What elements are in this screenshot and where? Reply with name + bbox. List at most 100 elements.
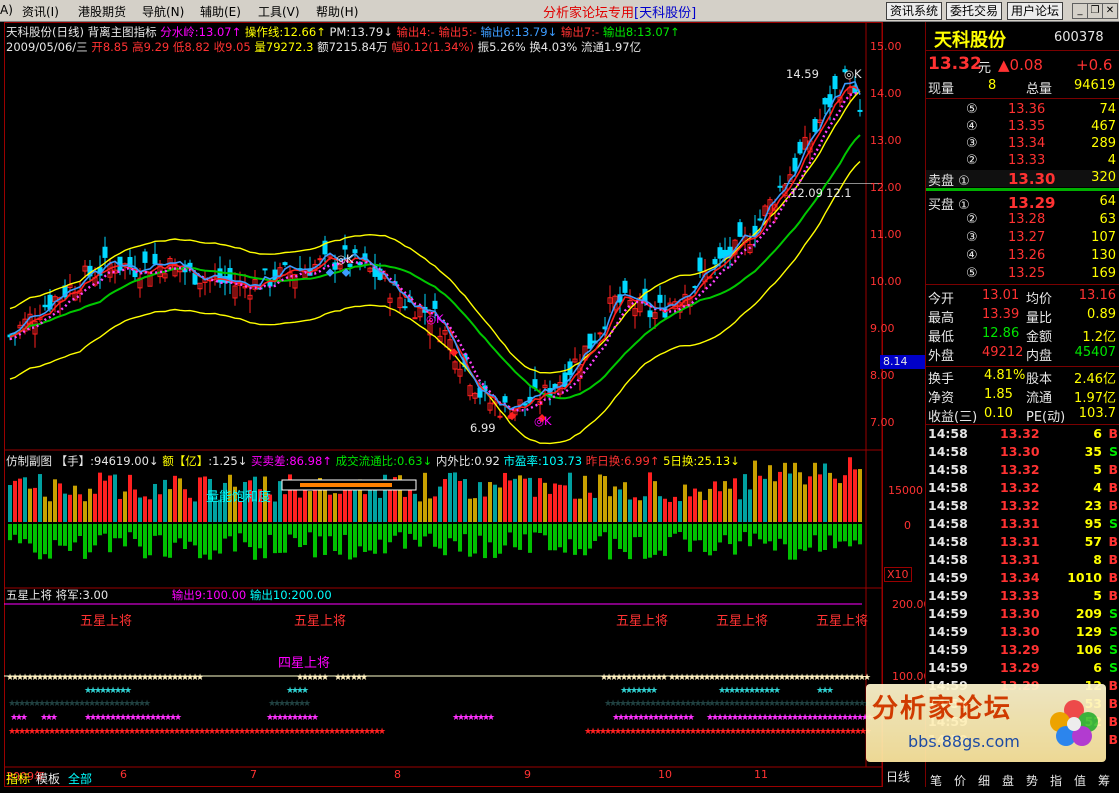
tab-indicator[interactable]: 指标 [6, 770, 30, 787]
menu-item-a[interactable]: A) [0, 3, 13, 17]
candle-body [282, 262, 288, 266]
negative-bar [313, 524, 317, 558]
volume-bar [123, 491, 127, 522]
tick-price: 13.32 [1000, 498, 1040, 513]
panel-tab[interactable]: 指 [1050, 772, 1062, 789]
volume-bar [303, 485, 307, 522]
volume-bar [748, 489, 752, 522]
forum-button[interactable]: 用户论坛 [1007, 2, 1064, 20]
volume-bar [443, 479, 447, 522]
tick-direction: S [1108, 606, 1118, 621]
volume-bar [703, 500, 707, 522]
tick-volume: 95 [1084, 516, 1102, 531]
negative-bar [568, 524, 572, 540]
stock-name: 天科股份 [934, 30, 1006, 51]
menu-item-tools[interactable]: 工具(V) [258, 3, 300, 20]
ask-price: 13.35 [1008, 119, 1046, 134]
candle-body [657, 294, 663, 303]
volume-bar [63, 493, 67, 522]
fund-row: 净资 1.85 流通 1.97亿 [926, 387, 1119, 406]
menu-item-assist[interactable]: 辅助(E) [200, 3, 241, 20]
sub1-e-value: :1.25↓ [208, 454, 248, 468]
day-period-label[interactable]: 日线 [886, 768, 910, 785]
menu-item-news[interactable]: 资讯(I) [22, 3, 59, 20]
negative-bar [58, 524, 62, 546]
fund-value: 2.46亿 [1074, 372, 1116, 387]
bid-level: ② [966, 212, 978, 227]
tab-all[interactable]: 全部 [68, 770, 92, 787]
ask-price: 13.30 [1008, 170, 1056, 188]
fund-value: 1.85 [984, 387, 1013, 402]
volume-bar [798, 472, 802, 522]
negative-bar [38, 524, 42, 560]
chart-area[interactable]: ★ ★ ★ ★ ★ ★ ★ ★ ★ ★ ★ ★ ★ ★ ★ ★ ★ ★ ★ ★ ★ ★ ★ ★ ★ ★ ★ ★ ★ ★ ★ ★ ★ ★ ★ ★ ★ ★ ★ ★… [4, 22, 931, 787]
minimize-icon[interactable]: _ [1072, 3, 1088, 19]
tab-template[interactable]: 模板 [36, 770, 60, 787]
bid-volume: 169 [1091, 266, 1116, 281]
menu-item-nav[interactable]: 导航(N) [142, 3, 184, 20]
panel-tab[interactable]: 笔 [930, 772, 942, 789]
stat-value: 13.39 [982, 307, 1020, 322]
menu-item-help[interactable]: 帮助(H) [316, 3, 358, 20]
panel-tab[interactable]: 势 [1026, 772, 1038, 789]
close-icon[interactable]: ✕ [1102, 3, 1118, 19]
star-row-cyan: ★ [124, 686, 132, 696]
forum-watermark: 分析家论坛 bbs.88gs.com [866, 684, 1106, 762]
price-unit: 元 [978, 61, 992, 76]
tick-row: 14:59 13.33 5 B [926, 588, 1119, 606]
negative-bar [178, 524, 182, 539]
negative-bar [353, 524, 357, 558]
volume-bar [558, 484, 562, 522]
panel-tab[interactable]: 盘 [1002, 772, 1014, 789]
fund-label: 净资 [928, 391, 955, 406]
panel-volume-row: 现量 8 总量 94619 [926, 78, 1119, 97]
menu-bar: A) 资讯(I) 港股期货 导航(N) 辅助(E) 工具(V) 帮助(H) 分析… [0, 0, 1119, 22]
trade-button[interactable]: 委托交易 [946, 2, 1003, 20]
negative-bar [243, 524, 247, 543]
bid-row: ④ 13.26 130 [926, 248, 1119, 266]
panel-tab[interactable]: 筹 [1098, 772, 1110, 789]
negative-bar [508, 524, 512, 533]
zl-label: 总量 [1026, 82, 1053, 97]
negative-bar [13, 524, 17, 535]
x10-button[interactable]: X10 [884, 567, 912, 582]
menu-item-hk-futures[interactable]: 港股期货 [78, 3, 126, 20]
x-axis-7: 7 [250, 768, 257, 781]
bid-level: ④ [966, 248, 978, 263]
ask-level: ⑤ [966, 102, 978, 117]
tick-volume: 57 [1084, 534, 1102, 549]
axis-label-7: 7.00 [870, 416, 895, 429]
title-banner: 分析家论坛专用[天科股份] [543, 2, 696, 21]
restore-icon[interactable]: ❐ [1087, 3, 1103, 19]
volume-bar [708, 488, 712, 522]
xl-value: 8 [988, 78, 997, 93]
x-axis-6: 6 [120, 768, 127, 781]
volume-bar [333, 493, 337, 522]
star-row-magenta: ★ [311, 713, 319, 723]
negative-bar [853, 524, 857, 541]
panel-tab[interactable]: 细 [978, 772, 990, 789]
volume-bar [768, 465, 772, 522]
volume-bar [78, 494, 82, 522]
tick-direction: B [1108, 678, 1118, 693]
tick-volume: 35 [1084, 444, 1102, 459]
turnover-value: 换4.03% [529, 40, 578, 54]
amplitude-value: 振5.26% [477, 40, 526, 54]
high-value: 高9.29 [132, 40, 170, 54]
tick-direction: B [1108, 696, 1118, 711]
volume-bar [858, 469, 862, 522]
news-system-button[interactable]: 资讯系统 [886, 2, 943, 20]
panel-tab[interactable]: 价 [954, 772, 966, 789]
volume-bar [43, 496, 47, 522]
sc8-value: 输出8:13.07↑ [602, 25, 680, 39]
candle-body [262, 268, 268, 271]
candle-body [597, 332, 603, 335]
negative-bar [428, 524, 432, 534]
negative-bar [828, 524, 832, 536]
tick-price: 13.29 [1000, 642, 1040, 657]
candle-body [832, 75, 838, 90]
panel-tab[interactable]: 值 [1074, 772, 1086, 789]
negative-bar [198, 524, 202, 559]
negative-bar [693, 524, 697, 541]
tick-direction: B [1108, 462, 1118, 477]
